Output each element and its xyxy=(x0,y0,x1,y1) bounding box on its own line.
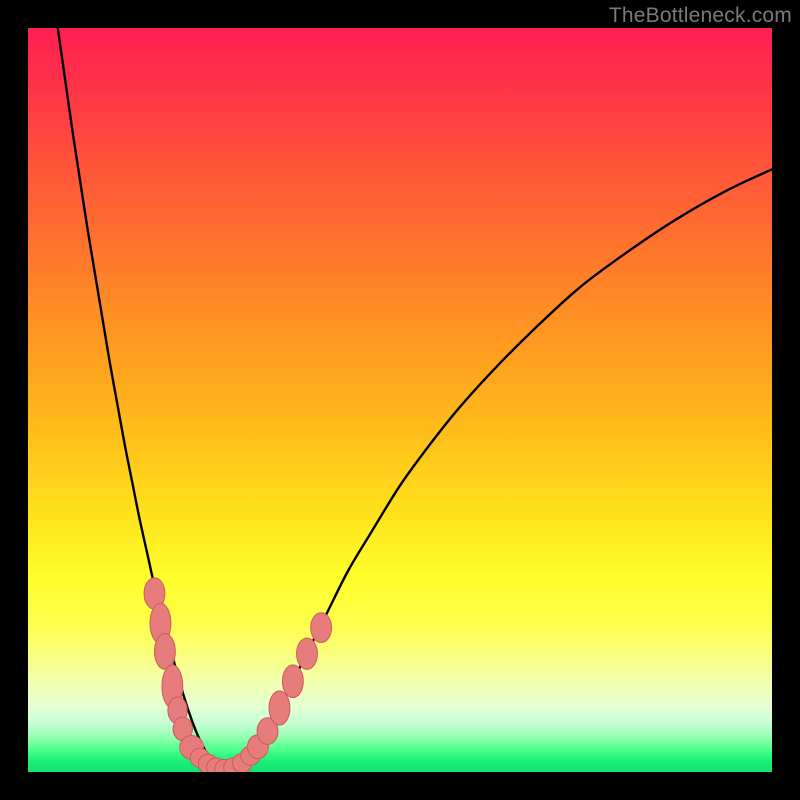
data-marker xyxy=(154,634,175,670)
plot-area xyxy=(28,28,772,772)
data-marker xyxy=(297,638,318,669)
data-marker xyxy=(269,691,290,725)
data-marker xyxy=(282,665,303,698)
curve-overlay xyxy=(28,28,772,772)
chart-frame: TheBottleneck.com xyxy=(0,0,800,800)
data-marker xyxy=(311,613,332,643)
watermark-label: TheBottleneck.com xyxy=(609,4,792,28)
